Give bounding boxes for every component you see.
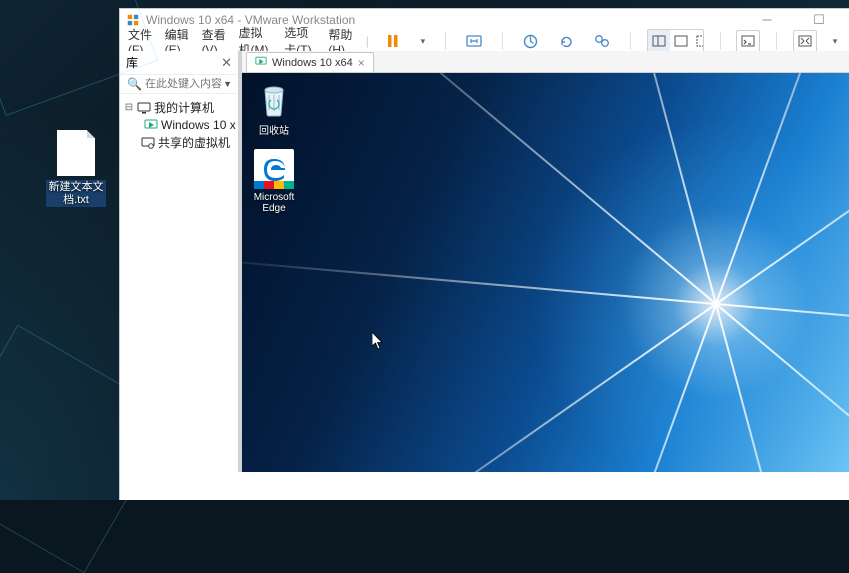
guest-area: Windows 10 x64 × bbox=[242, 51, 849, 472]
computer-icon bbox=[137, 101, 151, 115]
search-dropdown-icon[interactable]: ▼ bbox=[221, 79, 234, 89]
view-quickswitch-button[interactable] bbox=[692, 30, 704, 52]
vmware-logo-icon bbox=[126, 13, 140, 27]
search-input[interactable] bbox=[145, 78, 221, 90]
shared-icon bbox=[141, 136, 155, 150]
menu-sep: | bbox=[366, 34, 369, 48]
view-console-button[interactable] bbox=[648, 30, 670, 52]
close-library-button[interactable]: ✕ bbox=[221, 55, 232, 71]
tree-vm-win10[interactable]: Windows 10 x64 bbox=[122, 117, 236, 133]
icon-label: Microsoft Edge bbox=[254, 192, 295, 214]
fullscreen-dropdown[interactable]: ▾ bbox=[829, 30, 841, 52]
text-file-icon bbox=[57, 130, 95, 176]
minimize-button[interactable]: ─ bbox=[747, 12, 787, 28]
vmware-window: Windows 10 x64 - VMware Workstation ─ ☐ … bbox=[119, 8, 849, 500]
library-tree: ⊟ 我的计算机 Windows 10 x64 bbox=[120, 94, 238, 156]
vm-running-icon bbox=[255, 56, 267, 70]
pause-button[interactable] bbox=[381, 30, 405, 52]
view-mode-group bbox=[647, 29, 704, 53]
separator bbox=[630, 32, 631, 50]
tree-label: Windows 10 x64 bbox=[161, 118, 236, 132]
send-ctrlaltdel-button[interactable] bbox=[462, 30, 486, 52]
guest-recycle-bin[interactable]: 回收站 bbox=[246, 79, 302, 137]
tree-shared-vms[interactable]: 共享的虚拟机 bbox=[122, 133, 236, 152]
library-title: 库 bbox=[126, 54, 138, 71]
close-tab-button[interactable]: × bbox=[358, 56, 365, 70]
icon-label: 回收站 bbox=[259, 126, 289, 137]
tab-win10[interactable]: Windows 10 x64 × bbox=[246, 52, 374, 72]
snapshot-button[interactable] bbox=[518, 30, 542, 52]
tree-label: 我的计算机 bbox=[154, 99, 214, 116]
edge-icon bbox=[254, 149, 294, 189]
library-search[interactable]: 🔍 ▼ bbox=[120, 75, 238, 94]
titlebar[interactable]: Windows 10 x64 - VMware Workstation ─ ☐ bbox=[120, 9, 849, 31]
manage-snapshots-button[interactable] bbox=[590, 30, 614, 52]
guest-desktop[interactable]: 回收站 Microsoft Edge bbox=[242, 73, 849, 472]
vm-running-icon bbox=[144, 118, 158, 132]
host-desktop-file-icon[interactable]: 新建文本文 档.txt bbox=[46, 130, 106, 207]
menu-file[interactable]: 文件(F) bbox=[128, 26, 153, 57]
separator bbox=[720, 32, 721, 50]
tab-label: Windows 10 x64 bbox=[272, 57, 353, 69]
host-file-label: 新建文本文 档.txt bbox=[46, 180, 106, 207]
tree-my-computer[interactable]: ⊟ 我的计算机 bbox=[122, 98, 236, 117]
separator bbox=[502, 32, 503, 50]
win10-hero-rays bbox=[242, 73, 849, 472]
cursor-icon bbox=[372, 332, 384, 350]
revert-snapshot-button[interactable] bbox=[554, 30, 578, 52]
tabstrip: Windows 10 x64 × bbox=[242, 51, 849, 73]
recycle-bin-icon bbox=[254, 79, 294, 119]
fullscreen-button[interactable] bbox=[793, 30, 817, 52]
maximize-button[interactable]: ☐ bbox=[799, 12, 839, 28]
host-desktop: 新建文本文 档.txt Windows 10 x64 - VMware Work… bbox=[0, 0, 849, 500]
power-dropdown[interactable]: ▾ bbox=[417, 30, 429, 52]
separator bbox=[776, 32, 777, 50]
console-view-button[interactable] bbox=[736, 30, 760, 52]
search-icon: 🔍 bbox=[127, 77, 142, 91]
menubar: 文件(F) 编辑(E) 查看(V) 虚拟机(M) 选项卡(T) 帮助(H) | … bbox=[120, 31, 849, 51]
collapse-icon[interactable]: ⊟ bbox=[124, 102, 134, 113]
view-single-button[interactable] bbox=[670, 30, 692, 52]
tree-label: 共享的虚拟机 bbox=[158, 134, 230, 151]
library-sidebar: 库 ✕ 🔍 ▼ ⊟ 我的计算机 bbox=[120, 51, 242, 472]
guest-edge[interactable]: Microsoft Edge bbox=[246, 149, 302, 214]
separator bbox=[445, 32, 446, 50]
